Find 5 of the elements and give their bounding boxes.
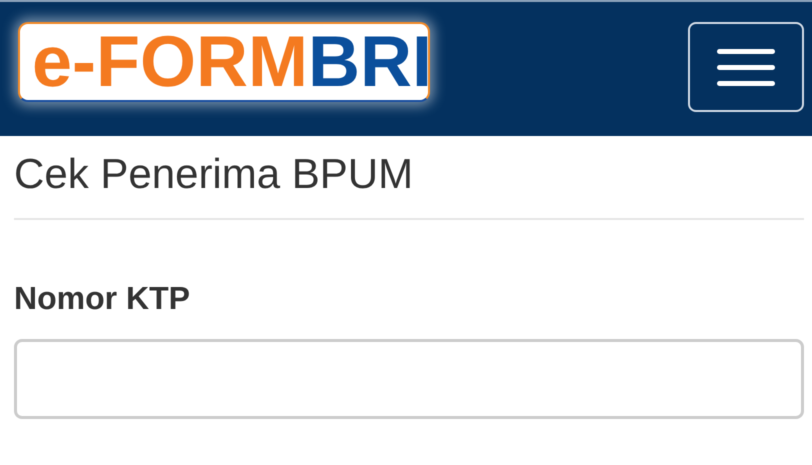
menu-button[interactable] bbox=[688, 22, 804, 112]
page-title: Cek Penerima BPUM bbox=[14, 150, 804, 220]
input-field[interactable] bbox=[14, 339, 804, 419]
logo[interactable]: e-FORMBRI bbox=[18, 22, 430, 102]
field-label: Nomor KTP bbox=[14, 280, 191, 317]
